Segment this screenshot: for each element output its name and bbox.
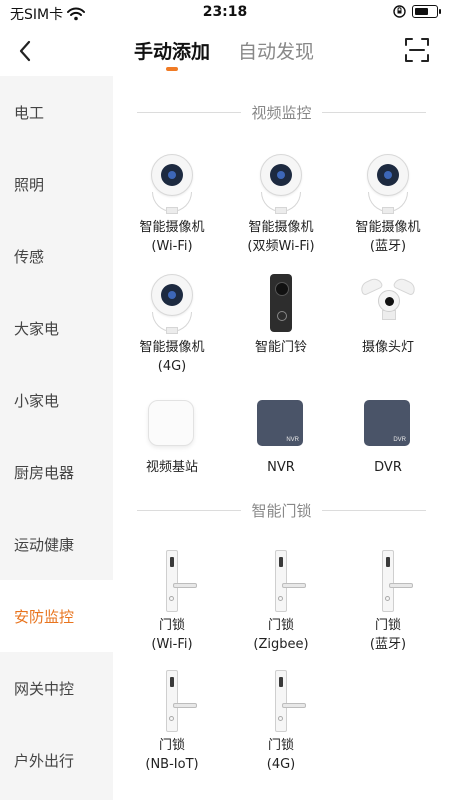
nvr-device-text: NVR xyxy=(286,437,299,443)
scan-icon xyxy=(405,38,429,62)
device-label: 门锁 (4G) xyxy=(266,738,296,772)
device-label: 智能摄像机 (Wi-Fi) xyxy=(139,220,205,254)
back-button[interactable] xyxy=(10,36,40,66)
device-nvr[interactable]: NVR NVR xyxy=(229,392,333,477)
camera-icon xyxy=(140,152,204,214)
dvr-icon: DVR xyxy=(356,392,420,454)
scan-button[interactable] xyxy=(404,37,434,67)
status-right xyxy=(393,5,441,18)
device-list: 视频监控 智能摄像机 (Wi-Fi) 智能摄像机 (双频Wi-Fi) 智能摄像机… xyxy=(113,76,450,800)
device-label: DVR xyxy=(374,460,402,475)
sidebar-item-sensors[interactable]: 传感 xyxy=(0,220,113,292)
sidebar-item-outdoor-travel[interactable]: 户外出行 xyxy=(0,724,113,796)
tab-manual-add[interactable]: 手动添加 xyxy=(134,37,210,64)
section-header-locks: 智能门锁 xyxy=(113,498,450,522)
section-header-video: 视频监控 xyxy=(113,100,450,124)
device-smart-camera-bluetooth[interactable]: 智能摄像机 (蓝牙) xyxy=(336,152,440,256)
door-lock-icon xyxy=(249,670,313,732)
device-label: 门锁 (Wi-Fi) xyxy=(151,618,193,652)
device-smart-doorbell[interactable]: 智能门铃 xyxy=(229,272,333,357)
orientation-lock-icon xyxy=(393,5,406,18)
divider xyxy=(322,112,426,113)
device-smart-camera-dual-wifi[interactable]: 智能摄像机 (双频Wi-Fi) xyxy=(229,152,333,256)
device-smart-camera-wifi[interactable]: 智能摄像机 (Wi-Fi) xyxy=(120,152,224,256)
device-label: 智能门铃 xyxy=(254,340,307,355)
camera-icon xyxy=(140,272,204,334)
tab-auto-discover[interactable]: 自动发现 xyxy=(238,37,314,64)
video-base-station-icon xyxy=(140,392,204,454)
device-label: NVR xyxy=(267,460,295,475)
door-lock-icon xyxy=(140,550,204,612)
device-label: 摄像头灯 xyxy=(361,340,414,355)
device-label: 智能摄像机 (双频Wi-Fi) xyxy=(247,220,315,254)
sidebar-item-major-appliances[interactable]: 大家电 xyxy=(0,292,113,364)
sidebar-item-small-appliances[interactable]: 小家电 xyxy=(0,364,113,436)
camera-icon xyxy=(356,152,420,214)
device-floodlight-camera[interactable]: 摄像头灯 xyxy=(336,272,440,357)
device-door-lock-4g[interactable]: 门锁 (4G) xyxy=(229,670,333,774)
header: 手动添加 自动发现 xyxy=(0,26,450,76)
device-label: 门锁 (Zigbee) xyxy=(253,618,309,652)
sidebar-item-electrical[interactable]: 电工 xyxy=(0,76,113,148)
device-door-lock-bluetooth[interactable]: 门锁 (蓝牙) xyxy=(336,550,440,654)
device-label: 门锁 (蓝牙) xyxy=(369,618,407,652)
nvr-icon: NVR xyxy=(249,392,313,454)
door-lock-icon xyxy=(249,550,313,612)
sidebar-item-gateway-hub[interactable]: 网关中控 xyxy=(0,652,113,724)
chevron-left-icon xyxy=(19,40,31,62)
device-label: 视频基站 xyxy=(145,460,198,475)
category-sidebar: 电工 照明 传感 大家电 小家电 厨房电器 运动健康 安防监控 网关中控 户外出… xyxy=(0,76,113,800)
sidebar-item-kitchen-appliances[interactable]: 厨房电器 xyxy=(0,436,113,508)
device-label: 智能摄像机 (蓝牙) xyxy=(355,220,421,254)
device-door-lock-wifi[interactable]: 门锁 (Wi-Fi) xyxy=(120,550,224,654)
doorbell-icon xyxy=(249,272,313,334)
device-video-base-station[interactable]: 视频基站 xyxy=(120,392,224,477)
door-lock-icon xyxy=(140,670,204,732)
active-tab-indicator xyxy=(166,67,178,71)
device-door-lock-nbiot[interactable]: 门锁 (NB-IoT) xyxy=(120,670,224,774)
dvr-device-text: DVR xyxy=(393,437,406,443)
device-smart-camera-4g[interactable]: 智能摄像机 (4G) xyxy=(120,272,224,376)
device-label: 智能摄像机 (4G) xyxy=(139,340,205,374)
camera-icon xyxy=(249,152,313,214)
door-lock-icon xyxy=(356,550,420,612)
sidebar-item-security[interactable]: 安防监控 xyxy=(0,580,113,652)
device-door-lock-zigbee[interactable]: 门锁 (Zigbee) xyxy=(229,550,333,654)
status-time: 23:18 xyxy=(202,4,248,20)
sidebar-item-lighting[interactable]: 照明 xyxy=(0,148,113,220)
device-label: 门锁 (NB-IoT) xyxy=(145,738,199,772)
divider xyxy=(322,510,426,511)
battery-icon xyxy=(412,5,441,18)
status-bar: 无SIM卡 23:18 xyxy=(0,0,450,26)
device-dvr[interactable]: DVR DVR xyxy=(336,392,440,477)
sidebar-item-sports-health[interactable]: 运动健康 xyxy=(0,508,113,580)
floodlight-camera-icon xyxy=(356,272,420,334)
